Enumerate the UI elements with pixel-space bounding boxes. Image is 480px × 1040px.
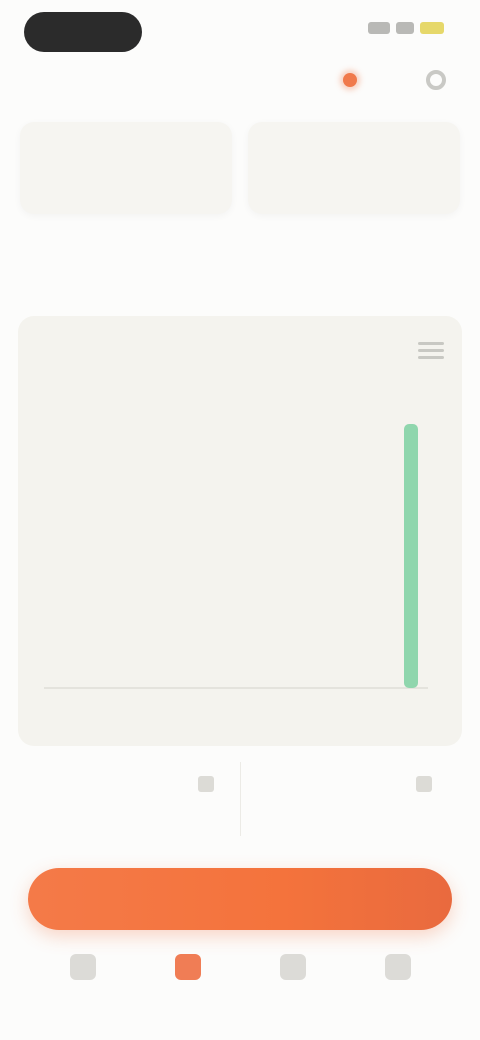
list-icon [279, 954, 306, 980]
nav-item-home[interactable] [48, 944, 118, 1040]
wifi-icon [396, 22, 414, 34]
stat-item[interactable] [22, 762, 240, 836]
card-label [38, 140, 214, 158]
stats-row [22, 762, 458, 836]
section-title [22, 270, 222, 296]
nav-item-list[interactable] [258, 944, 328, 1040]
top-actions [336, 66, 450, 94]
info-icon [416, 776, 432, 792]
bottom-nav [0, 944, 480, 1040]
notification-icon [343, 73, 357, 87]
status-icons [368, 22, 444, 34]
card-value [266, 172, 442, 192]
dynamic-island [24, 12, 142, 52]
primary-action-button[interactable] [28, 868, 452, 930]
stat-label [40, 772, 222, 788]
summary-card[interactable] [248, 122, 460, 214]
status-bar [0, 0, 480, 64]
battery-icon [420, 22, 444, 34]
card-label [266, 140, 442, 158]
chart-icon [174, 954, 201, 980]
nav-item-stats[interactable] [153, 944, 223, 1040]
home-icon [69, 954, 96, 980]
stat-value [40, 810, 222, 828]
settings-button[interactable] [422, 66, 450, 94]
chart-bar [404, 424, 418, 688]
chart-bars [44, 424, 428, 689]
card-value [38, 172, 214, 192]
info-icon [197, 776, 214, 792]
profile-icon [384, 954, 411, 980]
nav-item-profile[interactable] [363, 944, 433, 1040]
chart-plot [44, 424, 428, 689]
stat-label [259, 772, 441, 788]
settings-icon [426, 70, 446, 90]
stat-value [259, 810, 441, 828]
summary-cards [20, 122, 460, 214]
signal-icon [368, 22, 390, 34]
notification-button[interactable] [336, 66, 364, 94]
summary-card[interactable] [20, 122, 232, 214]
stat-item[interactable] [239, 762, 459, 836]
chart-panel [18, 316, 462, 746]
